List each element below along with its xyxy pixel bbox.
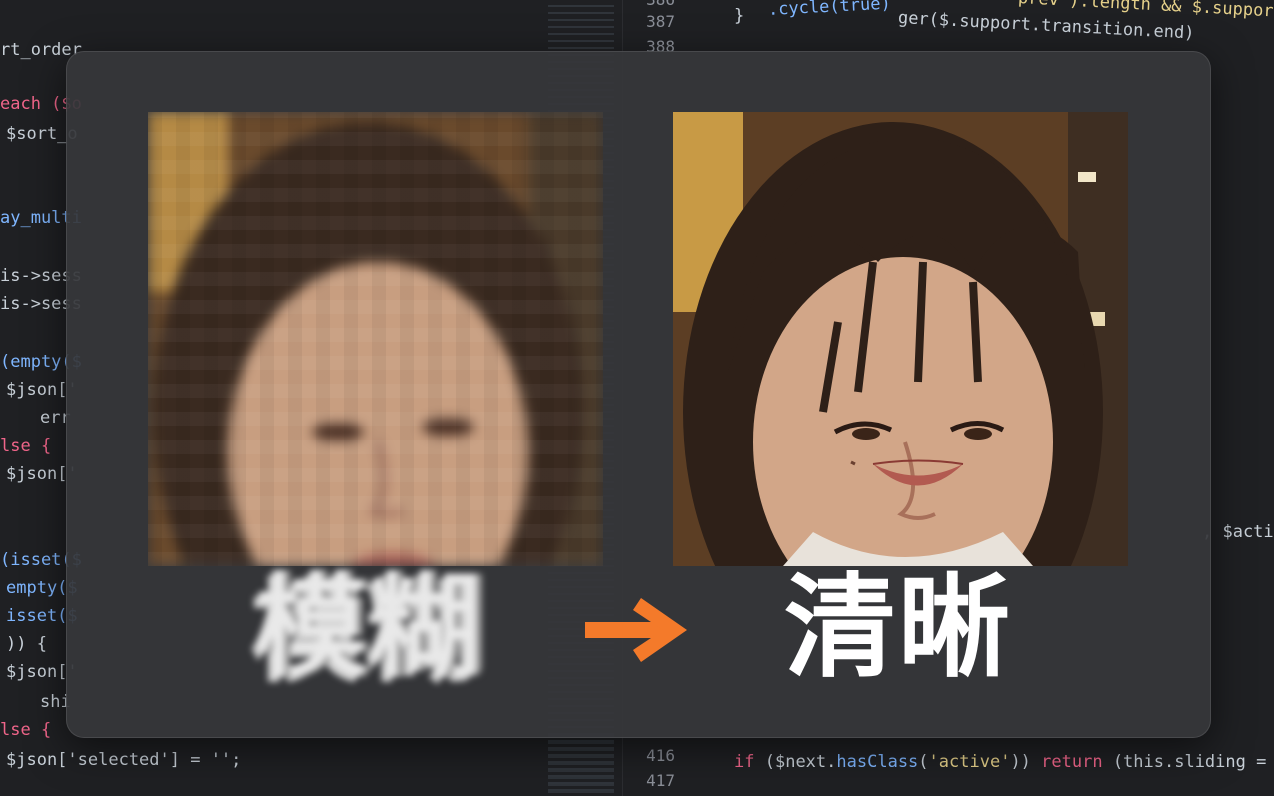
blurry-portrait-image	[148, 112, 603, 566]
code-line: $json['selected'] = '';	[6, 750, 242, 770]
pixelation-overlay	[148, 112, 603, 566]
code-line: }	[734, 6, 745, 26]
line-number: 417	[646, 771, 675, 790]
line-number: 387	[646, 12, 675, 31]
code-line: lse {	[0, 436, 52, 456]
code-line: if ($next.hasClass('active')) return (th…	[734, 752, 1274, 772]
blurry-label: 模糊	[255, 563, 483, 693]
minimap	[548, 730, 614, 796]
sharp-portrait-image	[673, 112, 1128, 566]
code-line: .cycle(true)	[767, 0, 892, 20]
sharp-label: 清晰	[784, 563, 1012, 693]
code-line: )) {	[6, 634, 47, 654]
arrow-right-icon	[585, 598, 687, 662]
code-line: lse {	[0, 720, 52, 740]
code-line: , $acti	[1202, 522, 1274, 542]
line-number: 416	[646, 746, 675, 765]
line-number: 386	[646, 0, 675, 9]
